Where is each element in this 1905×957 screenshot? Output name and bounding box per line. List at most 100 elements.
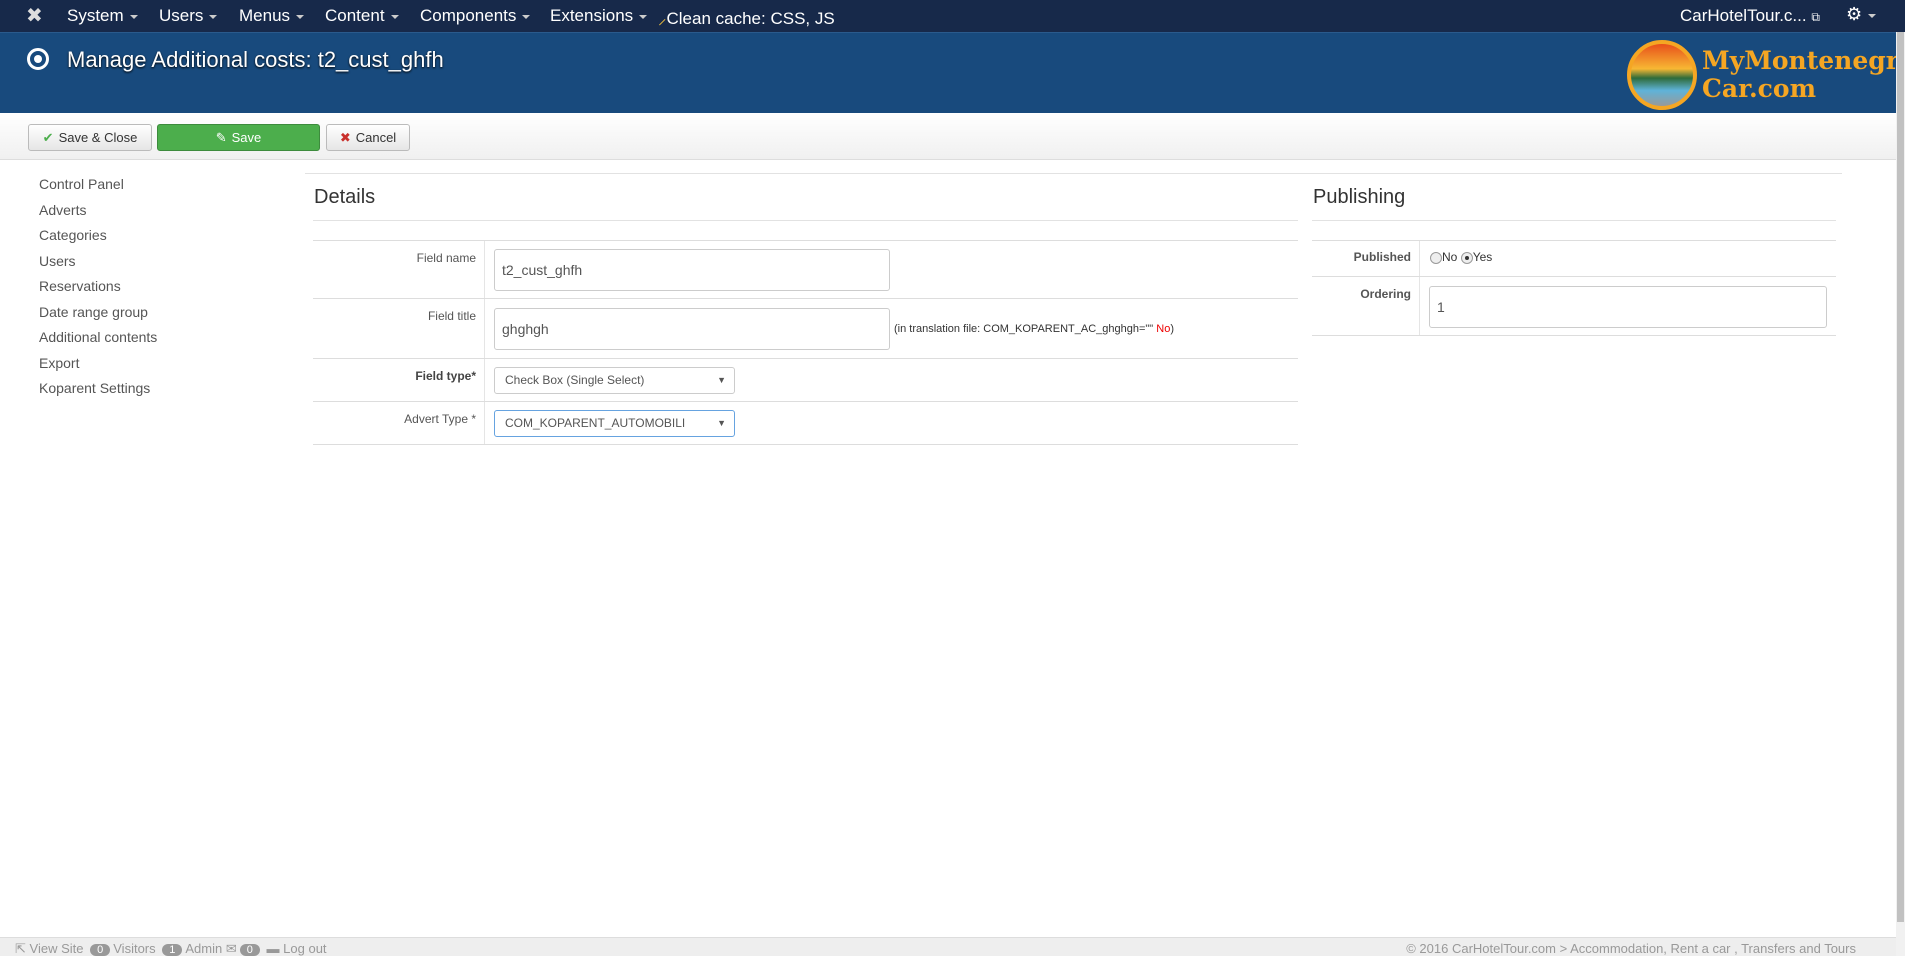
button-label: Save & Close — [58, 130, 138, 145]
ordering-input[interactable]: 1 — [1429, 286, 1827, 328]
copyright: © 2016 CarHotelTour.com > Accommodation,… — [1406, 941, 1856, 956]
field-name-input[interactable]: t2_cust_ghfh — [494, 249, 890, 291]
logout-link[interactable]: Log out — [283, 941, 326, 956]
broom-icon: ⸝ — [658, 9, 667, 28]
menu-label: System — [67, 6, 124, 25]
sidebar-item-adverts[interactable]: Adverts — [39, 201, 157, 227]
menu-extensions[interactable]: Extensions — [550, 6, 648, 26]
cancel-button[interactable]: ✖ Cancel — [326, 124, 410, 151]
admin-label: Admin — [185, 941, 223, 956]
field-title-input[interactable]: ghghgh — [494, 308, 890, 350]
field-name-label: Field name — [416, 251, 476, 265]
clean-cache-link[interactable]: ⸝Clean cache: CSS, JS — [658, 6, 835, 29]
field-title-label: Field title — [427, 309, 476, 323]
label-cell: Advert Type * — [313, 402, 485, 444]
admin-badge: 1 — [162, 944, 183, 956]
field-type-label: Field type* — [415, 369, 476, 383]
cancel-circle-icon: ✖ — [339, 129, 351, 145]
field-name-row: Field name t2_cust_ghfh — [313, 240, 1298, 298]
menu-label: Extensions — [550, 6, 634, 25]
scrollbar[interactable] — [1896, 32, 1905, 956]
visitors-badge: 0 — [90, 944, 111, 956]
external-link-icon: ⧉ — [1811, 10, 1820, 24]
visitors-label: Visitors — [113, 941, 156, 956]
translation-note-end: ) — [1170, 323, 1174, 335]
divider — [305, 173, 1842, 174]
publishing-heading: Publishing — [1313, 186, 1406, 208]
published-radio-group: No Yes — [1430, 250, 1492, 264]
page-header: Manage Additional costs: t2_cust_ghfh My… — [0, 32, 1905, 113]
label-cell: Ordering — [1312, 277, 1420, 335]
envelope-icon: ✉ — [225, 941, 237, 956]
sidebar-item-koparent-settings[interactable]: Koparent Settings — [39, 379, 157, 405]
dropdown-arrow-icon: ▼ — [717, 418, 726, 428]
button-label: Save — [231, 130, 262, 145]
sidebar-item-categories[interactable]: Categories — [39, 226, 157, 252]
external-link-icon: ⇱ — [15, 941, 26, 956]
advert-type-row: Advert Type * COM_KOPARENT_AUTOMOBILI ▼ — [313, 401, 1298, 445]
menu-label: Users — [159, 6, 204, 25]
sidebar-item-export[interactable]: Export — [39, 354, 157, 380]
translation-note-text: (in translation file: COM_KOPARENT_AC_gh… — [894, 323, 1154, 335]
logo-text-line1: MyMontenegro — [1702, 46, 1905, 75]
label-cell: Field name — [313, 241, 485, 298]
save-button[interactable]: ✎ Save — [157, 124, 320, 151]
published-row: Published No Yes — [1312, 240, 1836, 276]
sidebar-item-control-panel[interactable]: Control Panel — [39, 175, 157, 201]
view-site-link[interactable]: View Site — [30, 941, 84, 956]
select-value: COM_KOPARENT_AUTOMOBILI — [505, 416, 686, 430]
ordering-row: Ordering 1 — [1312, 276, 1836, 336]
menu-label: Menus — [239, 6, 291, 25]
gear-icon: ⚙ — [1846, 4, 1863, 24]
edit-icon: ✎ — [215, 129, 227, 145]
published-yes-radio[interactable] — [1460, 251, 1473, 264]
sidebar-item-users[interactable]: Users — [39, 252, 157, 278]
published-no-radio[interactable] — [1430, 251, 1442, 264]
advert-type-select[interactable]: COM_KOPARENT_AUTOMOBILI ▼ — [494, 410, 735, 437]
radio-label-no: No — [1442, 250, 1458, 264]
save-close-button[interactable]: ✔ Save & Close — [28, 124, 152, 151]
menu-content[interactable]: Content — [325, 6, 399, 26]
menu-system[interactable]: System — [67, 6, 138, 26]
page-title: Manage Additional costs: t2_cust_ghfh — [67, 47, 444, 72]
sidebar-item-additional-contents[interactable]: Additional contents — [39, 328, 157, 354]
label-cell: Field type* — [313, 359, 485, 401]
caret-down-icon — [522, 14, 531, 19]
caret-down-icon — [390, 14, 399, 19]
caret-down-icon — [209, 14, 218, 19]
site-link[interactable]: CarHotelTour.c... ⧉ — [1680, 6, 1820, 26]
radio-label-yes: Yes — [1472, 250, 1493, 264]
sidebar-item-reservations[interactable]: Reservations — [39, 277, 157, 303]
menu-menus[interactable]: Menus — [239, 6, 305, 26]
messages-badge[interactable]: 0 — [239, 944, 260, 956]
translation-status: No — [1156, 323, 1171, 335]
select-value: Check Box (Single Select) — [505, 373, 645, 387]
sidebar-item-date-range-group[interactable]: Date range group — [39, 303, 157, 329]
check-icon: ✔ — [42, 129, 54, 145]
joomla-logo-icon[interactable]: ✖ — [26, 3, 43, 28]
menu-label: Components — [420, 6, 517, 25]
caret-down-icon — [639, 14, 648, 19]
menu-components[interactable]: Components — [420, 6, 531, 26]
advert-type-label: Advert Type * — [404, 412, 476, 426]
menu-users[interactable]: Users — [159, 6, 218, 26]
mountain-logo-icon — [1627, 40, 1697, 110]
label-cell: Published — [1312, 241, 1420, 276]
caret-down-icon — [296, 14, 305, 19]
logo-text-line2: Car.com — [1702, 74, 1817, 103]
translation-note: (in translation file: COM_KOPARENT_AC_gh… — [894, 323, 1174, 335]
divider — [313, 220, 1298, 221]
field-type-select[interactable]: Check Box (Single Select) ▼ — [494, 367, 735, 394]
settings-menu[interactable]: ⚙ — [1846, 4, 1877, 25]
footer: ⇱ View Site 0 Visitors 1 Admin ✉ 0 ▬ Log ou… — [0, 937, 1896, 956]
menu-label: Content — [325, 6, 385, 25]
clean-cache-label: Clean cache: CSS, JS — [666, 9, 835, 28]
radio-target-icon — [27, 48, 49, 70]
scrollbar-thumb[interactable] — [1897, 32, 1904, 922]
button-label: Cancel — [355, 130, 397, 145]
toolbar: ✔ Save & Close ✎ Save ✖ Cancel — [0, 113, 1896, 160]
divider — [1312, 220, 1836, 221]
field-type-row: Field type* Check Box (Single Select) ▼ — [313, 358, 1298, 401]
label-cell: Field title — [313, 299, 485, 358]
site-label: CarHotelTour.c... — [1680, 6, 1807, 25]
